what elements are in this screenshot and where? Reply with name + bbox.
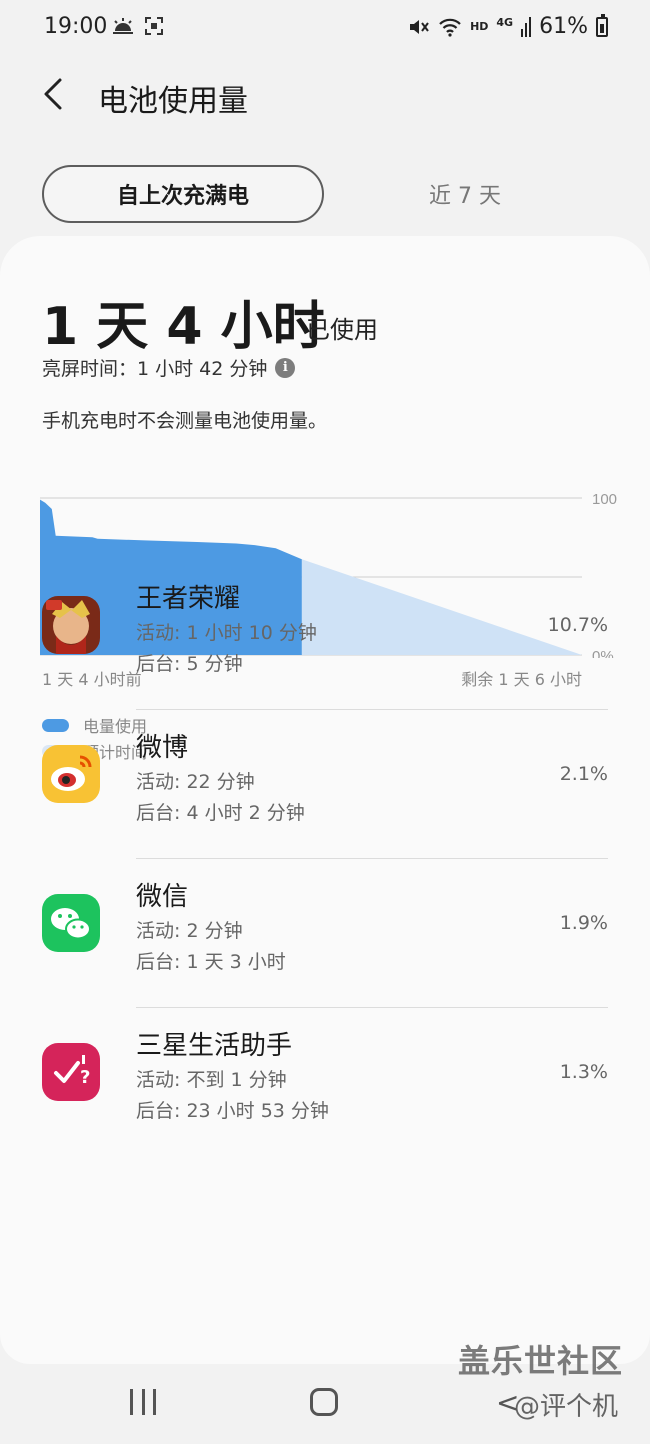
weather-sun-icon: [113, 18, 133, 34]
app-background-time: 后台: 1 天 3 小时: [136, 951, 286, 973]
usage-time: 1 天 4 小时: [42, 297, 325, 357]
app-active-time: 活动: 不到 1 分钟: [136, 1069, 287, 1091]
cell-badge: 4G: [496, 16, 514, 29]
app-item-honor-of-kings[interactable]: 王者荣耀 活动: 1 小时 10 分钟 后台: 5 分钟 10.7%: [0, 560, 650, 710]
battery-percent: 61%: [539, 14, 588, 39]
app-name: 微博: [136, 733, 189, 763]
app-active-time: 活动: 22 分钟: [136, 771, 255, 793]
app-background-time: 后台: 5 分钟: [136, 653, 243, 675]
status-bar: 19:00 HD 4G 61%: [0, 0, 650, 56]
signal-icon: [521, 16, 532, 37]
app-active-time: 活动: 1 小时 10 分钟: [136, 622, 317, 644]
app-percent: 1.3%: [559, 1061, 608, 1083]
wifi-icon: [439, 18, 461, 37]
screenshot-icon: [145, 17, 163, 35]
honor-of-kings-icon: [42, 596, 100, 654]
usage-suffix: 已使用: [306, 316, 378, 344]
samsung-reminder-icon: ?: [42, 1043, 100, 1101]
mute-icon: [410, 19, 429, 34]
app-name: 王者荣耀: [136, 584, 241, 614]
app-item-wechat[interactable]: 微信 活动: 2 分钟 后台: 1 天 3 小时 1.9%: [0, 858, 650, 1008]
wechat-icon: [42, 894, 100, 952]
page-title: 电池使用量: [98, 84, 248, 119]
app-name: 三星生活助手: [136, 1031, 293, 1061]
tab-last-7-days[interactable]: 近 7 天: [340, 165, 590, 223]
y-tick-100: 100: [592, 492, 617, 508]
watermark-community: 盖乐世社区: [458, 1342, 624, 1380]
app-active-time: 活动: 2 分钟: [136, 920, 243, 942]
home-button[interactable]: [310, 1388, 338, 1416]
network-badge: HD: [470, 20, 489, 33]
chevron-left-icon[interactable]: [36, 74, 76, 114]
recent-apps-button[interactable]: [130, 1389, 156, 1415]
app-name: 微信: [136, 882, 189, 912]
screen-time: 亮屏时间：1 小时 42 分钟 i: [42, 354, 296, 381]
svg-text:?: ?: [80, 1067, 90, 1088]
app-background-time: 后台: 4 小时 2 分钟: [136, 802, 305, 824]
header: 电池使用量: [0, 60, 650, 130]
app-percent: 1.9%: [559, 912, 608, 934]
app-item-samsung-reminder[interactable]: ? 三星生活助手 活动: 不到 1 分钟 后台: 23 小时 53 分钟 1.3…: [0, 1007, 650, 1157]
battery-icon: [596, 13, 608, 37]
app-percent: 2.1%: [559, 763, 608, 785]
screen-time-text: 亮屏时间：1 小时 42 分钟: [42, 358, 268, 380]
charging-note: 手机充电时不会测量电池使用量。: [42, 410, 328, 432]
app-item-weibo[interactable]: 微博 活动: 22 分钟 后台: 4 小时 2 分钟 2.1%: [0, 709, 650, 859]
weibo-icon: [42, 745, 100, 803]
watermark-author: @评个机: [514, 1392, 619, 1422]
status-right: HD 4G 61%: [408, 13, 608, 39]
tab-since-full-charge[interactable]: 自上次充满电: [42, 165, 324, 223]
app-background-time: 后台: 23 小时 53 分钟: [136, 1100, 329, 1122]
app-percent: 10.7%: [547, 614, 608, 636]
status-time: 19:00: [44, 14, 108, 39]
info-icon[interactable]: i: [275, 357, 296, 378]
status-left-icons: [112, 16, 164, 36]
